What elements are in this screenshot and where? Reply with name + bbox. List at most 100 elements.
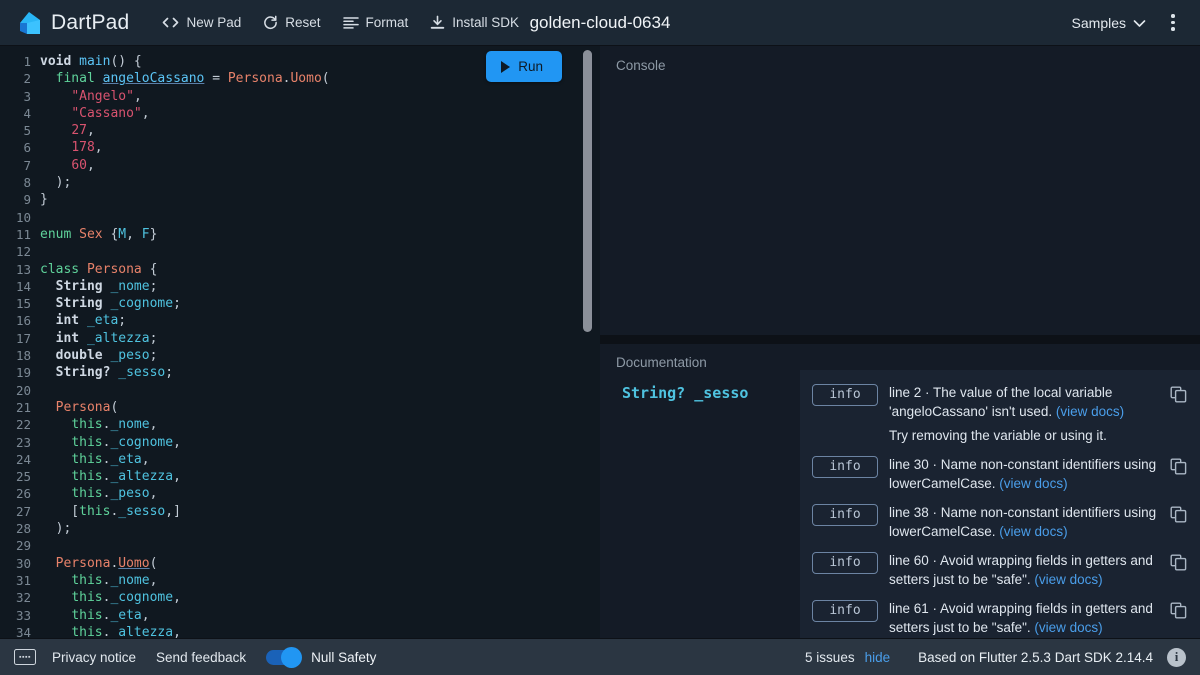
code-token: _sesso: [118, 503, 166, 519]
code-token: ;: [118, 313, 127, 329]
editor-scrollbar-thumb[interactable]: [583, 50, 592, 332]
code-line[interactable]: 23 this._cognome,: [0, 434, 600, 451]
copy-icon[interactable]: [1170, 458, 1190, 480]
line-number: 31: [15, 572, 31, 588]
install-sdk-button[interactable]: Install SDK: [419, 9, 530, 36]
issue-item[interactable]: info line 38 · Name non-constant identifi…: [810, 499, 1192, 547]
code-token: _eta: [110, 607, 142, 623]
issue-item[interactable]: info line 30 · Name non-constant identifi…: [810, 451, 1192, 499]
send-feedback-link[interactable]: Send feedback: [156, 650, 246, 665]
samples-dropdown[interactable]: Samples: [1064, 9, 1154, 37]
code-line[interactable]: 3 "Angelo",: [0, 88, 600, 105]
view-docs-link[interactable]: (view docs): [1034, 620, 1102, 635]
code-line[interactable]: 33 this._eta,: [0, 607, 600, 624]
toggle-knob: [281, 646, 303, 668]
code-token: ,: [141, 451, 150, 467]
line-number: 3: [23, 88, 31, 104]
copy-icon[interactable]: [1170, 554, 1190, 576]
code-line[interactable]: 27 [this._sesso,]: [0, 503, 600, 520]
code-line[interactable]: 11 enum Sex {M, F}: [0, 226, 600, 243]
line-number: 11: [15, 226, 31, 242]
code-token: _altezza: [110, 469, 174, 485]
code-line[interactable]: 26 this._peso,: [0, 485, 600, 502]
run-button[interactable]: Run: [486, 51, 562, 82]
code-line[interactable]: 4 "Cassano",: [0, 105, 600, 122]
kebab-menu-icon[interactable]: [1158, 8, 1188, 38]
code-line[interactable]: 9}: [0, 191, 600, 208]
issue-severity-badge[interactable]: info: [812, 504, 878, 526]
refresh-icon: [263, 15, 278, 30]
privacy-notice-link[interactable]: Privacy notice: [52, 650, 136, 665]
code-line[interactable]: 13 class Persona {: [0, 261, 600, 278]
code-line[interactable]: 30 Persona.Uomo(: [0, 555, 600, 572]
line-number: 19: [15, 365, 31, 381]
code-editor[interactable]: 1 void main() {2 final angeloCassano = Pe…: [0, 46, 600, 638]
format-button[interactable]: Format: [332, 9, 420, 36]
code-token: }: [149, 226, 158, 242]
code-token: this: [71, 590, 103, 606]
code-token: Persona: [227, 71, 283, 87]
issue-item[interactable]: info line 61 · Avoid wrapping fields in g…: [810, 595, 1192, 638]
code-line[interactable]: 22 this._nome,: [0, 416, 600, 433]
header-right: Samples: [1064, 8, 1188, 38]
code-line[interactable]: 28 );: [0, 520, 600, 537]
code-line[interactable]: 24 this._eta,: [0, 451, 600, 468]
code-line[interactable]: 21 Persona(: [0, 399, 600, 416]
code-token: ,: [94, 140, 103, 156]
code-line[interactable]: 10: [0, 209, 600, 226]
code-line[interactable]: 32 this._cognome,: [0, 589, 600, 606]
issue-message: line 2 · The value of the local variable…: [889, 383, 1159, 445]
code-line[interactable]: 5 27,: [0, 122, 600, 139]
info-icon[interactable]: i: [1167, 647, 1186, 667]
copy-icon[interactable]: [1170, 506, 1190, 528]
view-docs-link[interactable]: (view docs): [1056, 404, 1124, 419]
editor-scrollbar-track[interactable]: [583, 46, 596, 638]
code-line[interactable]: 20: [0, 382, 600, 399]
code-token: Uomo: [290, 71, 322, 87]
issues-list[interactable]: info line 2 · The value of the local vari…: [800, 370, 1200, 638]
code-line[interactable]: 16 int _eta;: [0, 312, 600, 329]
code-line[interactable]: 31 this._nome,: [0, 572, 600, 589]
view-docs-link[interactable]: (view docs): [999, 476, 1067, 491]
view-docs-link[interactable]: (view docs): [1034, 572, 1102, 587]
dartpad-app: DartPad New Pad Reset Format Install SDK…: [0, 0, 1200, 675]
reset-button[interactable]: Reset: [252, 9, 331, 36]
code-token: _altezza: [86, 330, 150, 346]
code-line[interactable]: 25 this._altezza,: [0, 468, 600, 485]
code-line[interactable]: 29: [0, 537, 600, 554]
copy-icon[interactable]: [1170, 386, 1190, 408]
issue-severity-badge[interactable]: info: [812, 456, 878, 478]
null-safety-toggle[interactable]: [266, 646, 303, 668]
code-line[interactable]: 18 double _peso;: [0, 347, 600, 364]
line-number: 34: [15, 624, 31, 638]
code-line[interactable]: 14 String _nome;: [0, 278, 600, 295]
issue-severity-badge[interactable]: info: [812, 552, 878, 574]
code-line[interactable]: 34 this._altezza,: [0, 624, 600, 638]
issue-severity-badge[interactable]: info: [812, 384, 878, 406]
code-line[interactable]: 15 String _cognome;: [0, 295, 600, 312]
issue-item[interactable]: info line 2 · The value of the local vari…: [810, 379, 1192, 451]
issue-message: line 60 · Avoid wrapping fields in gette…: [889, 553, 1153, 587]
code-line[interactable]: 8 );: [0, 174, 600, 191]
code-lines[interactable]: 1 void main() {2 final angeloCassano = Pe…: [0, 46, 600, 638]
code-token: F: [141, 226, 150, 242]
code-line[interactable]: 7 60,: [0, 157, 600, 174]
download-icon: [430, 15, 445, 30]
code-token: ;: [149, 278, 158, 294]
code-token: ,: [173, 590, 181, 606]
line-number: 15: [15, 296, 31, 312]
issue-item[interactable]: info line 60 · Avoid wrapping fields in g…: [810, 547, 1192, 595]
header-toolbar: New Pad Reset Format Install SDK: [151, 9, 530, 36]
keyboard-icon[interactable]: ▪▪▪▪: [14, 649, 36, 665]
view-docs-link[interactable]: (view docs): [999, 524, 1067, 539]
new-pad-button[interactable]: New Pad: [151, 9, 252, 36]
code-line[interactable]: 6 178,: [0, 139, 600, 156]
code-line[interactable]: 19 String? _sesso;: [0, 364, 600, 381]
code-token: Persona: [55, 399, 111, 415]
issue-severity-badge[interactable]: info: [812, 600, 878, 622]
hide-issues-button[interactable]: hide: [865, 650, 891, 665]
code-line[interactable]: 12: [0, 243, 600, 260]
copy-icon[interactable]: [1170, 602, 1190, 624]
code-line[interactable]: 17 int _altezza;: [0, 330, 600, 347]
